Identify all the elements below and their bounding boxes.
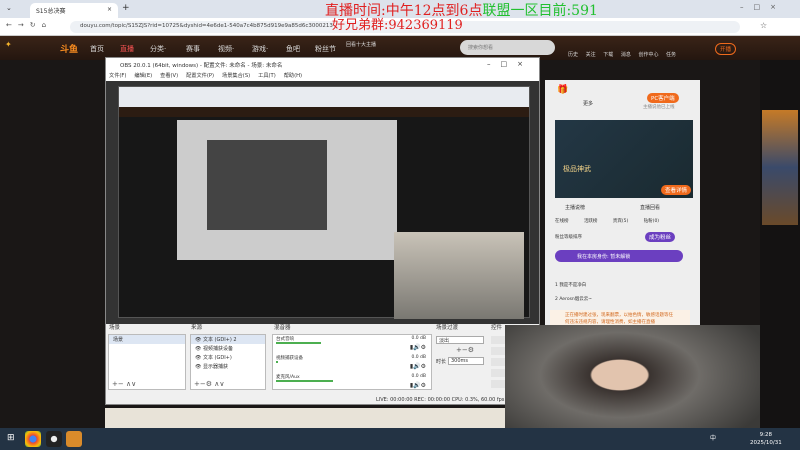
source-item[interactable]: 👁 文本 (GDI+) [191,353,265,362]
rank-tabs[interactable]: 在线榜 活跃榜 贵宾(5) 钻粉(0) [555,218,659,224]
nav-home[interactable]: 首页 [90,44,104,54]
nav-events[interactable]: 赛事 [186,44,200,54]
preview-capture [118,86,530,319]
tab-replay[interactable]: 直播回看 [640,204,660,211]
scene-add-remove-icons[interactable]: +− ∧∨ [112,380,136,388]
window-controls[interactable]: –□× [740,3,786,11]
open-live-button[interactable]: 开播 [715,43,737,55]
audio-mixer[interactable]: 台式音响 0.0 dB ▮🔊⚙ 视频捕获设备 0.0 dB ▮🔊⚙ 麦克风/Aux 0.0… [272,334,432,390]
nested-nav [119,107,529,117]
transition-select[interactable]: 淡出 [436,336,484,344]
obs-status-bar: LIVE: 00:00:00 REC: 00:00:00 CPU: 0.3%, … [376,397,505,403]
gift-bar[interactable] [105,408,505,428]
windows-start-icon[interactable]: ⊞ [7,433,15,443]
mixer-header: 混音器 [274,325,291,331]
obs-window-controls[interactable]: –□× [487,60,533,68]
obs-title-bar: OBS 20.0.1 (64bit, windows) - 配置文件: 未命名 … [106,58,539,71]
douyu-logo[interactable]: 斗鱼 [60,42,78,55]
rank-row[interactable]: 1 我是不是净白 [555,282,586,288]
nav-icon-labels[interactable]: 历史 关注 下载 消息 创作中心 任务 [568,51,676,58]
obs-window: OBS 20.0.1 (64bit, windows) - 配置文件: 未命名 … [105,57,540,405]
scenes-header: 场景 [109,325,121,331]
nested-preview [207,140,327,230]
nav-buttons-icon[interactable]: ←→↻⌂ [6,21,52,29]
fan-label: 粉丝等级排序 [555,235,582,240]
gift-icon[interactable]: 🎁 [557,85,568,95]
more-label[interactable]: 更多 [583,100,593,107]
ad-title: 极品神武 [563,165,591,173]
sources-header: 来源 [191,325,203,331]
menu-view[interactable]: 查看(V) [160,73,178,79]
obs-docks: 场景 场景 +− ∧∨ 来源 👁 文本 (GDI+) 2 👁 视频捕获设备 👁 … [106,324,539,404]
transition-add-remove-icons[interactable]: +−⚙ [456,346,474,354]
transitions-header: 场景过渡 [436,325,459,331]
nav-category[interactable]: 分类· [150,44,166,54]
mixer-channel: 视频捕获设备 0.0 dB ▮🔊⚙ [276,355,426,370]
close-tab-icon[interactable]: × [107,6,112,13]
obs-preview[interactable] [106,81,539,324]
source-item[interactable]: 👁 显示器捕获 [191,362,265,371]
tab-list-icon[interactable]: ⌄ [6,4,12,12]
source-add-remove-icons[interactable]: +−⚙ ∧∨ [194,380,224,388]
scenes-list[interactable]: 场景 +− ∧∨ [108,334,186,390]
event-logo: ✦ [5,40,12,49]
search-input[interactable]: 搜索你想看 [460,40,555,55]
ad-details-button[interactable]: 查看详情 [661,185,692,195]
nested-webcam [394,232,524,319]
event-widget[interactable] [762,110,798,225]
duration-input[interactable]: 300ms [448,357,484,365]
taskbar-clock[interactable]: 9:28 2025/10/31 [750,431,782,447]
tab-title: S15总决赛 [36,8,66,15]
pc-client-button[interactable]: PC客户端 [647,93,679,103]
obs-title: OBS 20.0.1 (64bit, windows) - 配置文件: 未命名 … [120,63,283,69]
nav-games[interactable]: 游戏· [252,44,268,54]
nav-fanfest[interactable]: 粉丝节 [315,44,336,54]
mixer-channel: 麦克风/Aux 0.0 dB ▮🔊⚙ [276,374,426,389]
pc-client-sub: 主播说他已上线 [643,105,675,110]
right-event-strip [760,60,800,430]
become-fan-button[interactable]: 成为粉丝 [645,232,676,242]
nav-promo[interactable]: 回看十大主播 [346,41,376,48]
windows-taskbar: ⊞ 中 [0,428,800,450]
identity-banner[interactable]: 我在本房身份: 暂未解锁 [555,250,683,262]
ime-indicator[interactable]: 中 [710,433,716,442]
stream-overlay-line2: 好兄弟群:942369119 [332,18,463,33]
chrome-icon[interactable] [25,431,41,447]
mixer-channel: 台式音响 0.0 dB ▮🔊⚙ [276,336,426,351]
tab-anchor-vote[interactable]: 主播说榜 [565,204,585,211]
menu-help[interactable]: 帮助(H) [284,73,302,79]
controls-header: 控件 [491,325,503,331]
rank-row[interactable]: 2 Aerosn烟云云~ [555,296,592,302]
menu-file[interactable]: 文件(F) [109,73,126,79]
source-item[interactable]: 👁 文本 (GDI+) 2 [191,335,265,344]
obs-icon[interactable] [46,431,62,447]
source-item[interactable]: 👁 视频捕获设备 [191,344,265,353]
nav-fishbar[interactable]: 鱼吧 [286,44,300,54]
game-ad-banner[interactable]: 极品神武 查看详情 [555,120,693,198]
menu-profile[interactable]: 配置文件(P) [186,73,214,79]
nav-video[interactable]: 视频· [218,44,234,54]
menu-edit[interactable]: 编辑(E) [134,73,152,79]
app-icon[interactable] [66,431,82,447]
bookmark-star-icon[interactable]: ☆ [760,21,767,30]
new-tab-button[interactable]: + [122,3,130,13]
menu-tools[interactable]: 工具(T) [258,73,276,79]
obs-menu-bar: 文件(F) 编辑(E) 查看(V) 配置文件(P) 场景集合(S) 工具(T) 帮助(H) [106,71,539,81]
sources-list[interactable]: 👁 文本 (GDI+) 2 👁 视频捕获设备 👁 文本 (GDI+) 👁 显示器… [190,334,266,390]
nav-live[interactable]: 直播 [120,44,134,54]
browser-tab[interactable]: S15总决赛 × [30,3,118,18]
nested-obs-window [177,120,397,260]
duration-label: 时长 [436,359,447,365]
nested-browser-chrome [119,87,529,107]
scene-item[interactable]: 场景 [109,335,185,344]
menu-scene-collection[interactable]: 场景集合(S) [222,73,250,79]
